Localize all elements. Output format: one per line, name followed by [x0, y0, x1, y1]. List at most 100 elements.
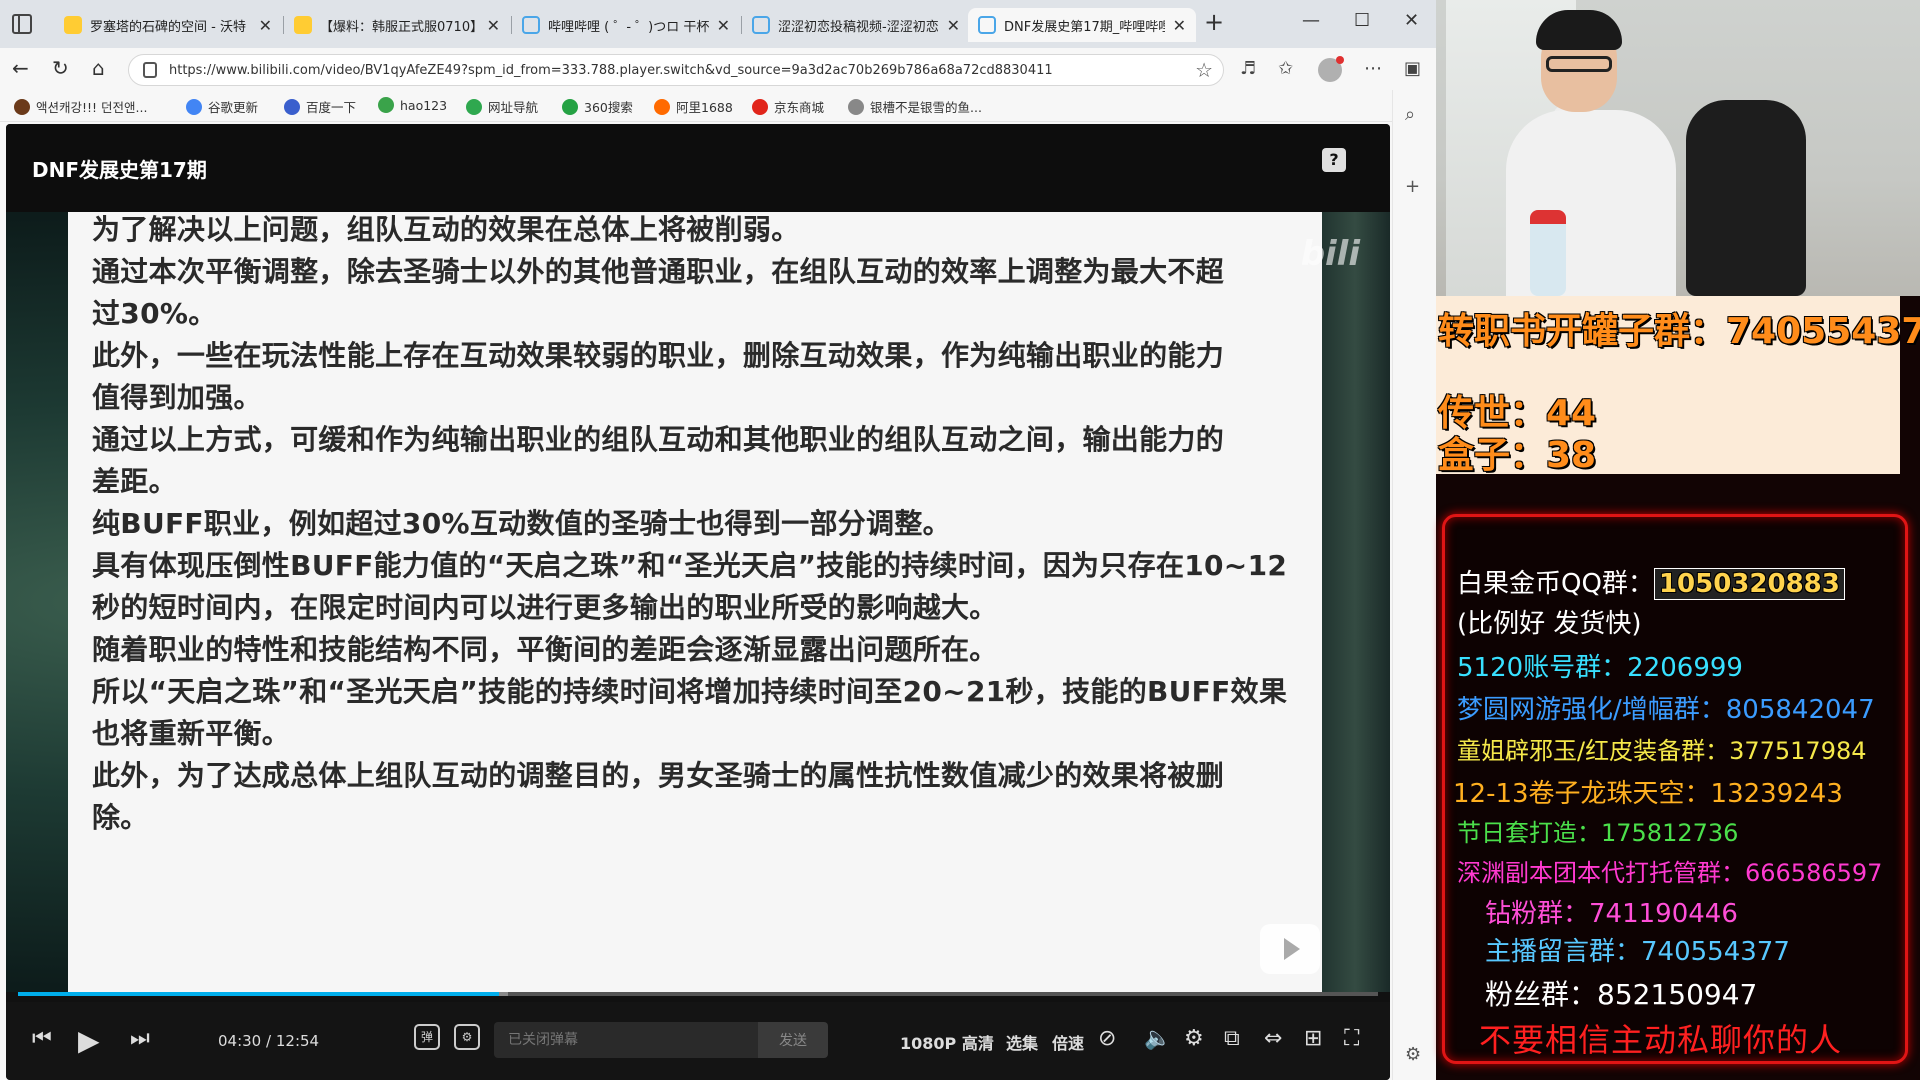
bookmark-item[interactable]: 银槽不是银雪的鱼...: [848, 97, 982, 116]
quality-selector[interactable]: 1080P 高清: [900, 1030, 994, 1054]
tab-title: DNF发展史第17期_哔哩哔哩: [1004, 19, 1165, 35]
fish-icon: [848, 98, 864, 115]
help-icon[interactable]: ?: [1322, 148, 1346, 172]
sidebar-toggle-icon[interactable]: ▣: [1404, 58, 1421, 79]
address-bar[interactable]: https://www.bilibili.com/video/BV1qyAfeZ…: [128, 54, 1224, 86]
text-line: 值得到加强。: [92, 381, 262, 414]
bilibili-tv-icon: [978, 16, 996, 34]
tab-actions-icon[interactable]: [12, 14, 32, 34]
minimize-window-icon[interactable]: —: [1302, 10, 1320, 31]
bookmark-item[interactable]: 京东商城: [752, 97, 824, 116]
danmaku-settings-icon[interactable]: ⚙: [454, 1024, 480, 1050]
text-line: 为了解决以上问题，组队互动的效果在总体上将被削弱。: [92, 213, 800, 246]
reload-icon[interactable]: ↻: [52, 56, 69, 80]
text-line: 通过本次平衡调整，除去圣骑士以外的其他普通职业，在组队互动的效率上调整为最大不超: [92, 255, 1225, 288]
bookmark-item[interactable]: 阿里1688: [654, 97, 733, 116]
qq-group-label: 白果金币QQ群：: [1457, 569, 1654, 599]
widescreen-icon[interactable]: ⇔: [1264, 1026, 1282, 1051]
more-menu-icon[interactable]: ⋯: [1364, 58, 1382, 79]
360-search-icon: [562, 98, 578, 115]
close-tab-icon[interactable]: ✕: [487, 16, 500, 35]
tab-title: 涩涩初恋投稿视频-涩涩初恋: [778, 19, 939, 35]
player-controls: ⏮ ▶ ⏭ 04:30 / 12:54 弹 ⚙ 发送 1080P 高清 选集 倍…: [6, 1002, 1390, 1080]
home-icon[interactable]: ⌂: [92, 56, 105, 80]
article-text-panel: 为了解决以上问题，组队互动的效果在总体上将被削弱。 通过本次平衡调整，除去圣骑士…: [68, 212, 1322, 992]
favorites-icon[interactable]: ✩: [1278, 58, 1293, 79]
bookmark-label: 谷歌更新: [208, 100, 259, 115]
back-arrow-icon[interactable]: ←: [12, 56, 29, 80]
qq-group-note: (比例好 发货快): [1457, 609, 1642, 639]
bilibili-tv-icon: [752, 16, 770, 34]
bookmark-label: 京东商城: [774, 100, 825, 115]
text-line: 秒的短时间内，在限定时间内可以进行更多输出的职业所受的影响越大。: [92, 591, 998, 624]
web-fullscreen-icon[interactable]: ⊞: [1304, 1026, 1322, 1051]
picture-in-picture-icon[interactable]: ⧉: [1224, 1026, 1240, 1051]
promo-group-line: 不要相信主动私聊你的人: [1479, 1021, 1843, 1059]
navigation-house-icon: [466, 98, 482, 115]
read-aloud-icon[interactable]: ♬: [1240, 58, 1256, 79]
danmaku-toggle-icon[interactable]: 弹: [414, 1024, 440, 1050]
bookmark-item[interactable]: 网址导航: [466, 97, 538, 116]
profile-avatar[interactable]: [1318, 56, 1344, 82]
new-tab-button[interactable]: +: [1204, 8, 1224, 36]
played-bar: [18, 992, 500, 996]
settings-gear-icon[interactable]: ⚙: [1405, 1044, 1421, 1065]
promo-group-line: 节日套打造：175812736: [1457, 819, 1739, 847]
bookmarks-bar: 액션캐강!!! 던전앤... 谷歌更新 百度一下 hao123 网址导航 360…: [0, 90, 1436, 122]
tab-dnf-history-active[interactable]: DNF发展史第17期_哔哩哔哩 ✕: [968, 8, 1196, 42]
bookmark-star-icon[interactable]: ☆: [1195, 58, 1213, 82]
tab-favicon-icon: [64, 16, 82, 34]
progress-bar[interactable]: [18, 992, 1378, 996]
previous-icon[interactable]: ⏮: [32, 1026, 52, 1051]
tab-rosetta[interactable]: 罗塞塔的石碑的空间 - 沃特 ✕: [54, 8, 282, 42]
close-tab-icon[interactable]: ✕: [947, 16, 960, 35]
bookmark-item[interactable]: 액션캐강!!! 던전앤...: [14, 97, 147, 116]
close-tab-icon[interactable]: ✕: [1173, 16, 1186, 35]
text-line: 也将重新平衡。: [92, 717, 291, 750]
promo-group-line: 深渊副本团本代打托管群：666586597: [1457, 859, 1883, 887]
fullscreen-icon[interactable]: ⛶: [1344, 1026, 1359, 1051]
danmaku-input[interactable]: [494, 1022, 758, 1058]
settings-gear-icon[interactable]: ⚙: [1184, 1026, 1204, 1051]
browser-toolbar: ← ↻ ⌂ https://www.bilibili.com/video/BV1…: [0, 48, 1436, 90]
bookmark-favicon-icon: [14, 98, 30, 115]
promo-group-line: 钻粉群：741190446: [1485, 899, 1738, 929]
subtitle-off-icon[interactable]: ⊘: [1098, 1026, 1116, 1051]
close-tab-icon[interactable]: ✕: [717, 16, 730, 35]
text-line: 过30%。: [92, 297, 217, 330]
bookmark-item[interactable]: 谷歌更新: [186, 97, 258, 116]
text-line: 纯BUFF职业，例如超过30%互动数值的圣骑士也得到一部分调整。: [92, 507, 951, 540]
tab-favicon-icon: [294, 16, 312, 34]
send-danmaku-button[interactable]: 发送: [758, 1022, 828, 1058]
bookmark-item[interactable]: hao123: [378, 97, 447, 113]
promo-line: 盒子：38: [1438, 435, 1597, 476]
maximize-window-icon[interactable]: ☐: [1354, 10, 1370, 31]
play-icon[interactable]: ▶: [78, 1024, 100, 1057]
text-line: 此外，一些在玩法性能上存在互动效果较弱的职业，删除互动效果，作为纯输出职业的能力: [92, 339, 1225, 372]
add-icon[interactable]: +: [1405, 176, 1420, 197]
search-icon[interactable]: ⌕: [1405, 104, 1415, 125]
close-window-icon[interactable]: ✕: [1404, 10, 1419, 31]
site-info-lock-icon[interactable]: [143, 62, 157, 78]
qq-group-number: 1050320883: [1653, 568, 1845, 600]
play-overlay-icon[interactable]: [1260, 924, 1320, 974]
video-frame[interactable]: 为了解决以上问题，组队互动的效果在总体上将被削弱。 通过本次平衡调整，除去圣骑士…: [6, 212, 1390, 992]
close-tab-icon[interactable]: ✕: [259, 16, 272, 35]
tab-uploader-videos[interactable]: 涩涩初恋投稿视频-涩涩初恋 ✕: [742, 8, 970, 42]
video-title: DNF发展史第17期: [32, 158, 207, 182]
next-icon[interactable]: ⏭: [130, 1026, 150, 1051]
stream-overlay: 转职书开罐子群：740554377 传世：44 盒子：38 白果金币QQ群： 10…: [1436, 0, 1920, 1080]
volume-icon[interactable]: 🔈: [1144, 1026, 1171, 1051]
speed-button[interactable]: 倍速: [1052, 1030, 1084, 1054]
tab-kr-server[interactable]: 【爆料：韩服正式服0710】 ✕: [284, 8, 510, 42]
bookmark-item[interactable]: 百度一下: [284, 97, 356, 116]
bookmark-item[interactable]: 360搜索: [562, 97, 633, 116]
webcam-chair: [1686, 100, 1806, 296]
tab-bilibili-home[interactable]: 哔哩哔哩 ( ゜- ゜)つロ 干杯 ✕: [512, 8, 740, 42]
water-bottle: [1530, 210, 1566, 296]
promo-group-line: 主播留言群：740554377: [1485, 937, 1790, 967]
promo-line: 转职书开罐子群：740554377: [1438, 311, 1920, 352]
bilibili-watermark: bili: [1300, 234, 1360, 274]
episodes-button[interactable]: 选集: [1006, 1030, 1038, 1054]
text-line: 具有体现压倒性BUFF能力值的“天启之珠”和“圣光天启”技能的持续时间，因为只存…: [92, 549, 1288, 582]
